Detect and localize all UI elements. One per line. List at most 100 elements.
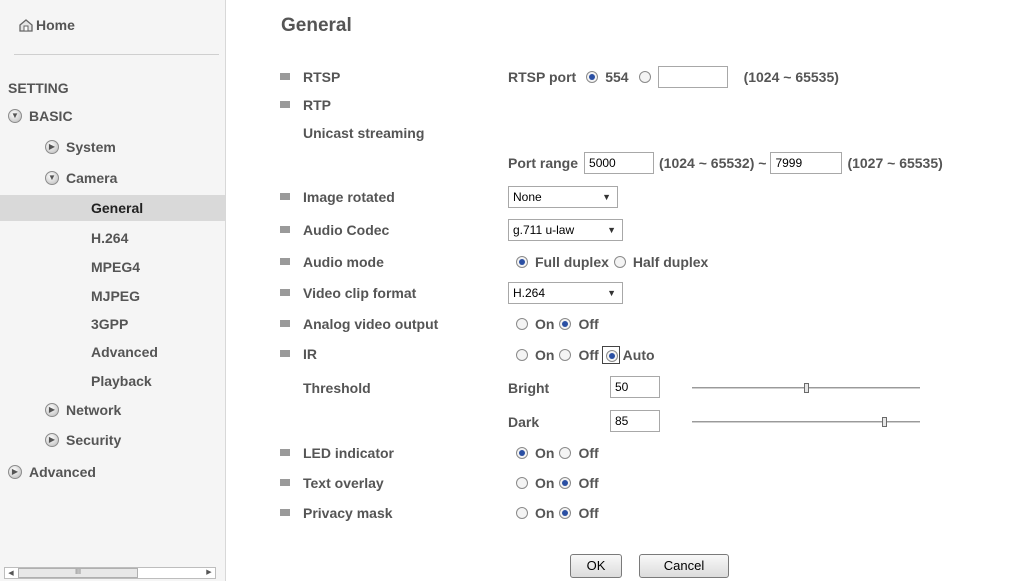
ir-off-label: Off bbox=[578, 347, 599, 364]
analog-video-output-label: Analog video output bbox=[303, 316, 439, 332]
text-overlay-label: Text overlay bbox=[303, 475, 384, 491]
chevron-right-icon: ▶ bbox=[45, 403, 59, 417]
bullet-icon bbox=[280, 101, 290, 108]
sidebar-item-mpeg4[interactable]: MPEG4 bbox=[91, 254, 140, 280]
half-duplex-label: Half duplex bbox=[632, 254, 709, 270]
bright-label: Bright bbox=[508, 380, 550, 396]
privacy-mask-off-radio[interactable] bbox=[559, 507, 572, 519]
scroll-right-icon[interactable]: ▶ bbox=[203, 568, 215, 576]
chevron-down-icon: ▼ bbox=[8, 109, 22, 123]
privacy-mask-off-label: Off bbox=[578, 505, 599, 521]
sidebar-item-label: Advanced bbox=[29, 464, 96, 480]
analog-on-radio[interactable] bbox=[516, 318, 528, 330]
sidebar-item-basic[interactable]: ▼ BASIC bbox=[8, 103, 73, 129]
text-overlay-group: On Off bbox=[516, 475, 599, 491]
sidebar-item-network[interactable]: ▶ Network bbox=[45, 397, 121, 423]
privacy-mask-on-label: On bbox=[535, 505, 555, 521]
led-indicator-group: On Off bbox=[516, 445, 599, 461]
audio-codec-label: Audio Codec bbox=[303, 222, 390, 238]
bright-slider[interactable] bbox=[692, 383, 920, 393]
sidebar-item-label: Network bbox=[66, 402, 122, 418]
dark-label: Dark bbox=[508, 414, 540, 430]
sidebar-item-label: Advanced bbox=[91, 344, 158, 360]
analog-video-output-group: On Off bbox=[516, 316, 599, 332]
horizontal-scrollbar[interactable]: ◀ III ▶ bbox=[4, 567, 216, 579]
cancel-button[interactable]: Cancel bbox=[639, 554, 729, 578]
sidebar-item-playback[interactable]: Playback bbox=[91, 368, 152, 394]
rtsp-custom-port-input[interactable] bbox=[657, 66, 728, 88]
unicast-streaming-label: Unicast streaming bbox=[303, 125, 425, 141]
full-duplex-radio[interactable] bbox=[516, 256, 528, 268]
port-range-start-hint: (1024 ~ 65532) ~ bbox=[659, 155, 767, 171]
ir-on-label: On bbox=[535, 347, 555, 364]
port-range-end-hint: (1027 ~ 65535) bbox=[847, 155, 943, 171]
video-clip-format-value: H.264 bbox=[513, 286, 546, 300]
sidebar-item-mjpeg[interactable]: MJPEG bbox=[91, 283, 140, 309]
audio-codec-value: g.711 u-law bbox=[513, 223, 575, 237]
dark-slider[interactable] bbox=[692, 417, 920, 427]
rtp-port-range-group: Port range 5000 (1024 ~ 65532) ~ 7999 (1… bbox=[508, 152, 943, 174]
sidebar-item-advanced-camera[interactable]: Advanced bbox=[91, 339, 158, 365]
half-duplex-radio[interactable] bbox=[613, 256, 626, 268]
led-off-radio[interactable] bbox=[559, 447, 572, 459]
slider-thumb[interactable] bbox=[804, 383, 809, 393]
rtp-label: RTP bbox=[303, 97, 331, 113]
sidebar-item-label: System bbox=[66, 139, 116, 155]
dark-value-input[interactable]: 85 bbox=[610, 410, 660, 432]
slider-thumb[interactable] bbox=[882, 417, 887, 427]
led-on-radio[interactable] bbox=[516, 447, 528, 459]
chevron-right-icon: ▶ bbox=[45, 140, 59, 154]
sidebar-item-label: BASIC bbox=[29, 108, 73, 124]
home-icon bbox=[19, 19, 33, 32]
rtsp-default-radio[interactable] bbox=[586, 71, 599, 83]
port-range-start-input[interactable]: 5000 bbox=[584, 152, 655, 174]
bullet-icon bbox=[280, 73, 290, 80]
sidebar-item-system[interactable]: ▶ System bbox=[45, 134, 116, 160]
scrollbar-grip: III bbox=[75, 569, 81, 576]
ir-auto-label: Auto bbox=[622, 347, 655, 364]
sidebar-item-advanced[interactable]: ▶ Advanced bbox=[8, 459, 96, 485]
video-clip-format-select[interactable]: H.264 ▼ bbox=[508, 282, 623, 304]
audio-codec-select[interactable]: g.711 u-law ▼ bbox=[508, 219, 623, 241]
sidebar-item-3gpp[interactable]: 3GPP bbox=[91, 311, 128, 337]
rtsp-port-group: RTSP port 554 (1024 ~ 65535) bbox=[508, 66, 839, 88]
sidebar: Home SETTING ▼ BASIC ▶ System ▼ Camera G… bbox=[0, 0, 226, 581]
text-overlay-off-radio[interactable] bbox=[559, 477, 572, 489]
sidebar-item-label: Security bbox=[66, 432, 122, 448]
ir-auto-radio[interactable] bbox=[605, 350, 618, 363]
analog-off-label: Off bbox=[578, 316, 599, 332]
chevron-down-icon: ▼ bbox=[602, 192, 611, 202]
image-rotated-select[interactable]: None ▼ bbox=[508, 186, 618, 208]
sidebar-item-label: MJPEG bbox=[91, 288, 141, 304]
bullet-icon bbox=[280, 350, 290, 357]
bullet-icon bbox=[280, 289, 290, 296]
sidebar-item-h264[interactable]: H.264 bbox=[91, 225, 128, 251]
home-link[interactable]: Home bbox=[18, 17, 75, 33]
bullet-icon bbox=[280, 226, 290, 233]
threshold-label: Threshold bbox=[303, 380, 371, 396]
chevron-down-icon: ▼ bbox=[45, 171, 59, 185]
sidebar-item-camera[interactable]: ▼ Camera bbox=[45, 165, 117, 191]
analog-off-radio[interactable] bbox=[559, 318, 572, 330]
chevron-down-icon: ▼ bbox=[607, 288, 616, 298]
page-title: General bbox=[281, 15, 352, 36]
rtsp-label: RTSP bbox=[303, 69, 341, 85]
rtsp-custom-radio[interactable] bbox=[638, 71, 651, 83]
led-off-label: Off bbox=[578, 445, 599, 461]
sidebar-item-general[interactable]: General bbox=[0, 195, 225, 221]
text-overlay-on-radio[interactable] bbox=[516, 477, 528, 489]
rtsp-port-label: RTSP port bbox=[508, 69, 577, 85]
video-clip-format-label: Video clip format bbox=[303, 285, 417, 301]
ir-on-radio[interactable] bbox=[516, 349, 528, 362]
privacy-mask-on-radio[interactable] bbox=[516, 507, 528, 519]
sidebar-item-security[interactable]: ▶ Security bbox=[45, 427, 121, 453]
port-range-end-input[interactable]: 7999 bbox=[770, 152, 843, 174]
sidebar-item-label: General bbox=[91, 200, 144, 216]
scroll-left-icon[interactable]: ◀ bbox=[5, 569, 17, 577]
scrollbar-thumb[interactable]: III bbox=[18, 568, 138, 578]
ir-off-radio[interactable] bbox=[559, 349, 572, 362]
privacy-mask-group: On Off bbox=[516, 505, 599, 521]
bright-value-input[interactable]: 50 bbox=[610, 376, 660, 398]
chevron-right-icon: ▶ bbox=[8, 465, 22, 479]
ok-button[interactable]: OK bbox=[570, 554, 622, 578]
